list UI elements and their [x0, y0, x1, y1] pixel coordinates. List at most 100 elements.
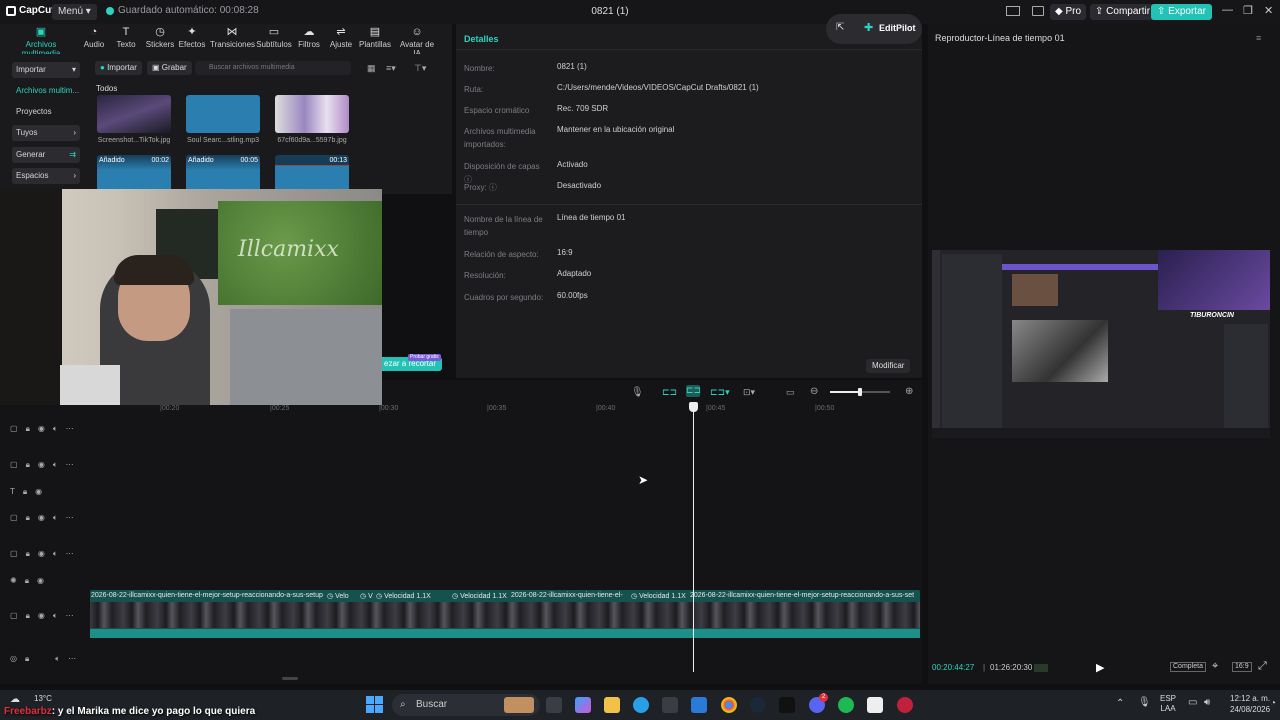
task-view-icon[interactable]: [546, 697, 562, 713]
sidebar-item-yours[interactable]: Tuyos ›: [12, 125, 80, 141]
track-icon[interactable]: ▢: [10, 611, 18, 621]
capcut-active-icon[interactable]: [867, 697, 883, 713]
eye-icon[interactable]: ◉: [38, 460, 45, 470]
notification-icon[interactable]: ◔: [1270, 698, 1276, 709]
text-track-icon[interactable]: T: [10, 487, 15, 497]
lock-icon[interactable]: 🔒︎: [23, 487, 27, 497]
grid-view-icon[interactable]: ▦: [367, 63, 376, 74]
tray-chevron-icon[interactable]: ⌃: [1116, 698, 1124, 709]
track-controls[interactable]: ▢ 🔒︎ ◉ 🔈︎ ⋯: [10, 460, 74, 470]
sidebar-item-import[interactable]: Importar ▾: [12, 62, 80, 78]
eye-icon[interactable]: ◉: [37, 576, 44, 586]
spotify-icon[interactable]: [838, 697, 854, 713]
sidebar-item-generate[interactable]: Generar ⇉: [12, 147, 80, 163]
focus-icon[interactable]: ⌖: [1212, 660, 1218, 673]
play-icon[interactable]: ▶: [1096, 661, 1104, 674]
taskbar-search[interactable]: ⌕ Buscar: [392, 694, 540, 716]
language-indicator[interactable]: ESP LAA: [1160, 694, 1176, 714]
track-icon[interactable]: ▢: [10, 460, 18, 470]
close-icon[interactable]: ✕: [1264, 4, 1273, 17]
outlook-icon[interactable]: [691, 697, 707, 713]
obs-icon[interactable]: [897, 697, 913, 713]
caption-icon[interactable]: ▭: [786, 387, 795, 398]
effect-track-icon[interactable]: ✺: [10, 576, 17, 586]
volume-icon[interactable]: 🔈︎: [53, 460, 58, 470]
eye-icon[interactable]: ◉: [38, 424, 45, 434]
chrome-icon[interactable]: [721, 697, 737, 713]
quality-select[interactable]: Completa: [1170, 662, 1206, 672]
more-icon[interactable]: ⋯: [66, 549, 74, 559]
copilot-icon[interactable]: [575, 697, 591, 713]
lock-icon[interactable]: 🔒︎: [25, 654, 29, 664]
minimize-icon[interactable]: —: [1222, 4, 1233, 16]
volume-icon[interactable]: 🔈︎: [53, 424, 58, 434]
eye-icon[interactable]: ◉: [35, 487, 42, 497]
media-thumb-audio-3[interactable]: Añadido 00:05: [186, 155, 260, 193]
media-thumb-audio-4[interactable]: 00:13: [275, 155, 349, 193]
media-thumb-audio-2[interactable]: Añadido 00:02: [97, 155, 171, 193]
lock-icon[interactable]: 🔒︎: [26, 460, 30, 470]
more-icon[interactable]: ⋯: [66, 611, 74, 621]
split-icon[interactable]: ⊏⊐▾: [710, 387, 730, 398]
panel-menu-icon[interactable]: ≡: [1256, 33, 1261, 43]
zoom-out-icon[interactable]: ⊖: [810, 386, 818, 397]
player-viewport[interactable]: TIBURONCIN: [932, 250, 1270, 438]
export-button[interactable]: ⇧ Exportar: [1151, 4, 1212, 20]
share-button[interactable]: ⇪ Compartir: [1090, 4, 1156, 20]
playhead[interactable]: [693, 404, 694, 672]
track-controls[interactable]: ▢ 🔒︎ ◉ 🔈︎ ⋯: [10, 549, 74, 559]
maximize-icon[interactable]: ❐: [1243, 4, 1253, 17]
track-controls[interactable]: ▢ 🔒︎ ◉ 🔈︎ ⋯: [10, 424, 74, 434]
modify-button[interactable]: Modificar: [866, 359, 911, 373]
eye-icon[interactable]: ◉: [38, 549, 45, 559]
lock-icon[interactable]: 🔒︎: [26, 513, 30, 523]
tab-audio[interactable]: ◔ Audio: [80, 27, 108, 50]
media-search-input[interactable]: Buscar archivos multimedia: [195, 61, 351, 75]
capcut-taskbar-icon[interactable]: [779, 697, 795, 713]
lock-icon[interactable]: 🔒︎: [26, 611, 30, 621]
media-thumb-audio[interactable]: [186, 95, 260, 133]
tab-transitions[interactable]: ⋈ Transiciones: [210, 27, 255, 50]
media-thumb-screenshot[interactable]: [97, 95, 171, 133]
tab-subtitles[interactable]: ▭ Subtítulos: [256, 27, 292, 50]
track-icon[interactable]: ▢: [10, 549, 18, 559]
track-controls[interactable]: ▢ 🔒︎ ◉ 🔈︎ ⋯: [10, 513, 74, 523]
zoom-in-icon[interactable]: ⊕: [905, 386, 913, 397]
preview-axis-icon[interactable]: ⊡▾: [743, 387, 755, 398]
track-controls[interactable]: T 🔒︎ ◉: [10, 487, 42, 497]
lock-icon[interactable]: 🔒︎: [26, 424, 30, 434]
track-icon[interactable]: ▢: [10, 424, 18, 434]
more-icon[interactable]: ⋯: [66, 513, 74, 523]
tab-templates[interactable]: ▤ Plantillas: [358, 27, 392, 50]
eye-icon[interactable]: ◉: [38, 611, 45, 621]
windows-start-icon[interactable]: [366, 696, 384, 714]
volume-icon[interactable]: 🔈︎: [55, 654, 60, 664]
store-icon[interactable]: [662, 697, 678, 713]
filter-icon[interactable]: ⊤▾: [414, 63, 426, 74]
shortcuts-icon[interactable]: [1032, 6, 1044, 16]
zoom-slider-handle[interactable]: [858, 388, 862, 396]
sidebar-item-spaces[interactable]: Espacios ›: [12, 168, 80, 184]
pro-button[interactable]: ◆ Pro: [1050, 4, 1087, 20]
tab-filters[interactable]: ☁ Filtros: [296, 27, 322, 50]
magnet-icon[interactable]: ⊏⊐: [686, 385, 701, 397]
lock-icon[interactable]: 🔒︎: [26, 549, 30, 559]
editpilot-button[interactable]: ⇱ ✚ EditPilot: [826, 14, 922, 44]
timeline-scrollbar[interactable]: [282, 677, 298, 680]
import-button[interactable]: ● Importar: [95, 61, 142, 75]
tab-stickers[interactable]: ◷ Stickers: [144, 27, 176, 50]
track-controls[interactable]: ▢ 🔒︎ ◉ 🔈︎ ⋯: [10, 611, 74, 621]
media-thumb-image[interactable]: [275, 95, 349, 133]
fullscreen-icon[interactable]: ⤢: [1258, 660, 1267, 673]
record-button[interactable]: ▣ Grabar: [147, 61, 192, 75]
weather-icon[interactable]: ☁: [10, 694, 20, 705]
tab-text[interactable]: T Texto: [112, 27, 140, 50]
sidebar-item-media[interactable]: Archivos multim...: [12, 83, 80, 99]
steam-icon[interactable]: [750, 697, 766, 713]
more-icon[interactable]: ⋯: [66, 460, 74, 470]
sort-icon[interactable]: ≡▾: [386, 63, 396, 74]
volume-icon[interactable]: 🔈︎: [53, 611, 58, 621]
volume-icon[interactable]: 🔈︎: [53, 513, 58, 523]
clock[interactable]: 12:12 a. m. 24/08/2026: [1230, 693, 1270, 715]
zoom-slider[interactable]: [830, 388, 890, 396]
